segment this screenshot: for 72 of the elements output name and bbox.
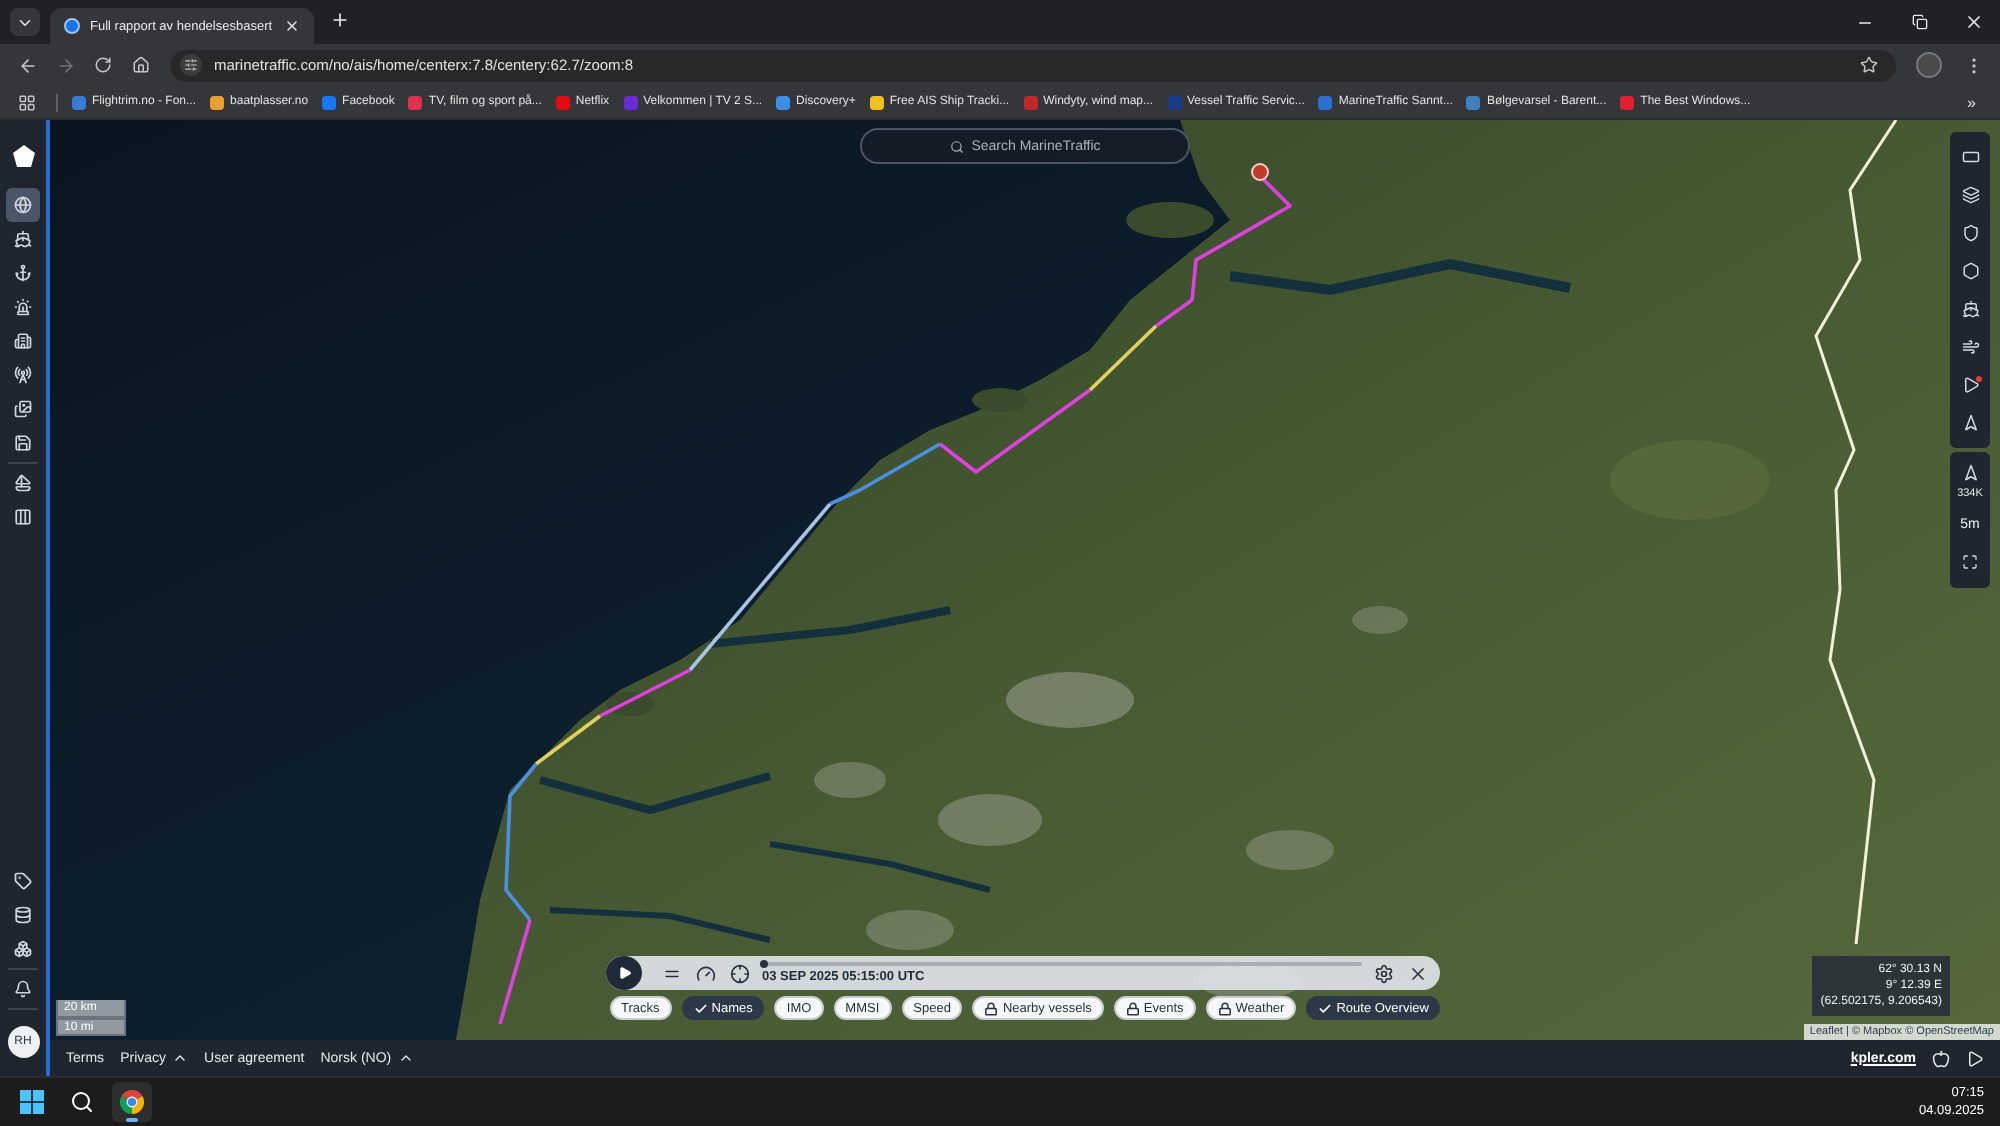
chevron-up-icon <box>397 1050 414 1066</box>
grid-icon <box>18 93 36 111</box>
fullscreen-icon <box>1962 554 1978 570</box>
chrome-logo-icon <box>120 1090 144 1114</box>
lock-icon <box>1217 1001 1232 1015</box>
search-icon <box>949 139 964 153</box>
arrowhead-icon <box>1961 464 1979 482</box>
wind-icon <box>1961 338 1979 356</box>
close-icon <box>1408 963 1428 983</box>
tab-search-button[interactable] <box>10 8 40 36</box>
windows-logo-icon <box>20 1090 44 1114</box>
profile-avatar[interactable] <box>1916 52 1942 78</box>
siren-icon <box>14 298 32 316</box>
layers-icon <box>1961 186 1979 204</box>
images-icon <box>14 400 32 418</box>
lock-icon <box>1125 1001 1140 1015</box>
close-icon <box>284 18 301 34</box>
tag-icon <box>14 872 32 890</box>
crosshair-icon <box>730 963 750 983</box>
rectangle-icon <box>1961 148 1979 166</box>
back-arrow-icon <box>17 55 37 75</box>
check-icon <box>693 1001 708 1015</box>
play-icon <box>617 966 631 980</box>
radio-tower-icon <box>14 366 32 384</box>
ship-icon <box>14 230 32 248</box>
close-icon <box>1963 12 1983 32</box>
play-button[interactable] <box>606 956 642 990</box>
sidebar-button[interactable] <box>6 188 40 222</box>
forward-arrow-icon <box>55 55 75 75</box>
lock-icon <box>984 1001 999 1015</box>
reload-icon <box>94 56 112 74</box>
site-favicon-icon <box>64 18 80 34</box>
plus-icon <box>330 10 351 30</box>
anchor-icon <box>14 264 32 282</box>
bell-icon <box>14 980 32 998</box>
play-icon <box>1961 376 1979 394</box>
alert-dot-icon <box>1976 376 1982 382</box>
gauge-icon <box>696 963 716 983</box>
save-icon <box>14 434 32 452</box>
restore-icon <box>1911 14 1927 30</box>
site-info-button[interactable] <box>180 54 202 76</box>
globe-icon <box>14 196 32 214</box>
boxes-icon <box>14 940 32 958</box>
running-indicator-icon <box>126 1118 138 1122</box>
settings-button[interactable] <box>1372 961 1396 985</box>
play-store-icon[interactable] <box>1966 1049 1984 1067</box>
building-icon <box>14 332 32 350</box>
check-icon <box>1318 1001 1333 1015</box>
shield-icon <box>1961 224 1979 242</box>
arrowhead-icon <box>1961 414 1979 432</box>
hexagon-icon <box>1961 262 1979 280</box>
vessel-marker-icon <box>1251 163 1269 181</box>
database-icon <box>14 906 32 924</box>
logo-button[interactable] <box>9 142 37 170</box>
more-bookmarks-button[interactable]: » <box>1967 93 1988 111</box>
timeline-track[interactable] <box>762 962 1362 966</box>
columns-icon <box>14 508 32 526</box>
satellite-map-drawing[interactable] <box>50 120 2000 1040</box>
chevron-up-icon <box>172 1050 189 1066</box>
search-icon <box>70 1090 94 1114</box>
sailboat-icon <box>14 474 32 492</box>
star-icon <box>1860 56 1878 74</box>
tune-icon <box>184 58 198 72</box>
locate-button[interactable] <box>728 961 752 985</box>
home-icon <box>132 56 150 74</box>
ship-icon <box>1961 300 1979 318</box>
settings-icon <box>1374 963 1394 983</box>
taskbar-button[interactable] <box>112 1082 152 1122</box>
timeline-thumb[interactable] <box>760 960 768 968</box>
apple-icon[interactable] <box>1932 1049 1950 1067</box>
logo-icon <box>11 144 35 168</box>
speed-button[interactable] <box>694 961 718 985</box>
